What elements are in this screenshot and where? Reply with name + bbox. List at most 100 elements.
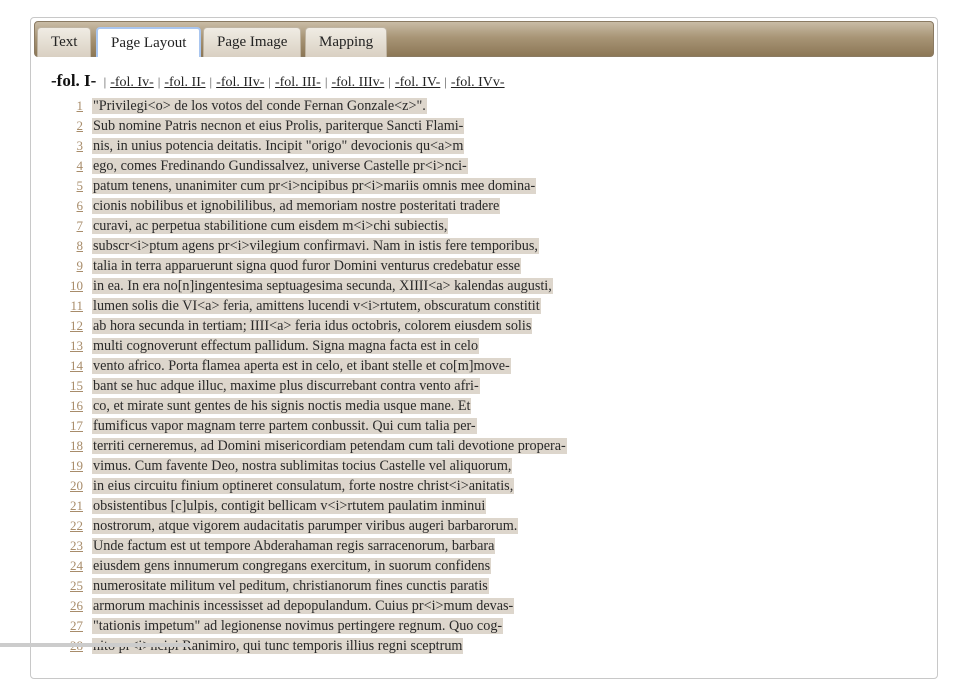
folio-link[interactable]: -fol. IIIv- bbox=[331, 75, 384, 90]
text-line: 23 Unde factum est ut tempore Abderahaman… bbox=[61, 537, 567, 557]
line-number-link[interactable]: 24 bbox=[61, 557, 83, 575]
text-line: 7 curavi, ac perpetua stabilitione cum ei… bbox=[61, 217, 567, 237]
text-line: 24 eiusdem gens innumerum congregans exer… bbox=[61, 557, 567, 577]
text-line: 27 "tationis impetum" ad legionense novim… bbox=[61, 617, 567, 637]
line-text: bant se huc adque illuc, maxime plus dis… bbox=[92, 378, 480, 394]
line-number-link[interactable]: 11 bbox=[61, 297, 83, 315]
folio-link[interactable]: -fol. II- bbox=[164, 75, 205, 90]
line-text: talia in terra apparuerunt signa quod fu… bbox=[92, 258, 522, 274]
tab-page-layout[interactable]: Page Layout bbox=[96, 27, 202, 57]
line-text: patum tenens, unanimiter cum pr<i>ncipib… bbox=[92, 178, 537, 194]
separator: | bbox=[444, 74, 447, 89]
line-text: numerositate militum vel peditum, christ… bbox=[92, 578, 489, 594]
text-line: 6 cionis nobilibus et ignobililibus, ad m… bbox=[61, 197, 567, 217]
text-line: 25 numerositate militum vel peditum, chri… bbox=[61, 577, 567, 597]
tab-text[interactable]: Text bbox=[37, 27, 92, 57]
line-number-link[interactable]: 26 bbox=[61, 597, 83, 615]
line-number-link[interactable]: 22 bbox=[61, 517, 83, 535]
text-line: 3 nis, in unius potencia deitatis. Incipi… bbox=[61, 137, 567, 157]
text-line: 11 lumen solis die VI<a> feria, amittens … bbox=[61, 297, 567, 317]
line-text: Unde factum est ut tempore Abderahaman r… bbox=[92, 538, 496, 554]
line-text: "tationis impetum" ad legionense novimus… bbox=[92, 618, 504, 634]
text-line: 28nito pr<i>ncipi Ranimiro, qui tunc tem… bbox=[61, 637, 567, 657]
text-line: 4 ego, comes Fredinando Gundissalvez, uni… bbox=[61, 157, 567, 177]
folio-link[interactable]: -fol. IV- bbox=[395, 75, 440, 90]
line-text: fumificus vapor magnam terre partem conb… bbox=[92, 418, 477, 434]
line-number-link[interactable]: 14 bbox=[61, 357, 83, 375]
text-line: 17 fumificus vapor magnam terre partem co… bbox=[61, 417, 567, 437]
text-line: 20 in eius circuitu finium optineret cons… bbox=[61, 477, 567, 497]
line-number-link[interactable]: 2 bbox=[61, 117, 84, 135]
folio-link[interactable]: -fol. Iv- bbox=[110, 75, 154, 90]
line-number-link[interactable]: 6 bbox=[61, 197, 84, 215]
line-number-link[interactable]: 1 bbox=[61, 97, 84, 115]
text-line: 9 talia in terra apparuerunt signa quod f… bbox=[61, 257, 567, 277]
line-number-link[interactable]: 12 bbox=[61, 317, 83, 335]
folio-link[interactable]: -fol. IVv- bbox=[451, 75, 505, 90]
line-number-link[interactable]: 20 bbox=[61, 477, 83, 495]
line-text: in ea. In era no[n]ingentesima septuages… bbox=[92, 278, 553, 294]
separator: | bbox=[157, 74, 161, 89]
line-number-link[interactable]: 7 bbox=[61, 217, 84, 235]
line-number-link[interactable]: 18 bbox=[61, 437, 83, 455]
line-number-link[interactable]: 4 bbox=[61, 157, 84, 175]
line-text: cionis nobilibus et ignobililibus, ad me… bbox=[92, 198, 501, 214]
line-text: curavi, ac perpetua stabilitione cum eis… bbox=[92, 218, 449, 234]
line-number-link[interactable]: 5 bbox=[61, 177, 84, 195]
line-number-link[interactable]: 16 bbox=[61, 397, 83, 415]
tab-mapping[interactable]: Mapping bbox=[305, 27, 388, 57]
line-number-link[interactable]: 21 bbox=[61, 497, 83, 515]
text-line: 15 bant se huc adque illuc, maxime plus d… bbox=[61, 377, 567, 397]
text-line: 1 "Privilegi<o> de los votos del conde Fe… bbox=[61, 97, 567, 117]
folio-link[interactable]: -fol. IIv- bbox=[216, 75, 264, 90]
separator: | bbox=[388, 74, 391, 89]
line-number-link[interactable]: 10 bbox=[61, 277, 83, 295]
transcription-lines: 1 "Privilegi<o> de los votos del conde Fe… bbox=[61, 97, 567, 657]
line-text: Sub nomine Patris necnon et eius Prolis,… bbox=[92, 118, 465, 134]
folio-link[interactable]: -fol. III- bbox=[275, 75, 321, 90]
line-text: co, et mirate sunt gentes de his signis … bbox=[92, 398, 472, 414]
line-number-link[interactable]: 19 bbox=[61, 457, 83, 475]
line-text: ego, comes Fredinando Gundissalvez, univ… bbox=[92, 158, 468, 174]
line-number-link[interactable]: 27 bbox=[61, 617, 83, 635]
line-number-link[interactable]: 15 bbox=[61, 377, 83, 395]
text-line: 14 vento africo. Porta flamea aperta est … bbox=[61, 357, 567, 377]
text-line: 8 subscr<i>ptum agens pr<i>vilegium confi… bbox=[61, 237, 567, 257]
text-line: 26 armorum machinis incessisset ad depopu… bbox=[61, 597, 567, 617]
line-text: territi cerneremus, ad Domini misericord… bbox=[92, 438, 567, 454]
line-text: "Privilegi<o> de los votos del conde Fer… bbox=[92, 98, 427, 114]
text-line: 18 territi cerneremus, ad Domini miserico… bbox=[61, 437, 567, 457]
separator: | bbox=[103, 74, 107, 89]
line-number-link[interactable]: 9 bbox=[61, 257, 84, 275]
line-text: obsistentibus [c]ulpis, contigit bellica… bbox=[92, 498, 487, 514]
separator: | bbox=[268, 74, 271, 89]
line-text: multi cognoverunt effectum pallidum. Sig… bbox=[92, 338, 480, 354]
line-text: subscr<i>ptum agens pr<i>vilegium confir… bbox=[92, 238, 539, 254]
line-number-link[interactable]: 23 bbox=[61, 537, 83, 555]
line-text: vimus. Cum favente Deo, nostra sublimita… bbox=[92, 458, 513, 474]
text-line: 21 obsistentibus [c]ulpis, contigit belli… bbox=[61, 497, 567, 517]
tab-page-image[interactable]: Page Image bbox=[203, 27, 302, 57]
line-text: eiusdem gens innumerum congregans exerci… bbox=[92, 558, 492, 574]
document-panel: Text Page Layout Page Image Mapping -fol… bbox=[30, 17, 938, 679]
tab-bar: Text Page Layout Page Image Mapping bbox=[34, 21, 934, 57]
text-line: 19 vimus. Cum favente Deo, nostra sublimi… bbox=[61, 457, 567, 477]
current-folio: -fol. I- bbox=[51, 71, 97, 90]
line-number-link[interactable]: 3 bbox=[61, 137, 84, 155]
line-text: lumen solis die VI<a> feria, amittens lu… bbox=[92, 298, 541, 314]
line-number-link[interactable]: 17 bbox=[61, 417, 83, 435]
line-number-link[interactable]: 8 bbox=[61, 237, 84, 255]
line-number-link[interactable]: 13 bbox=[61, 337, 83, 355]
text-line: 10 in ea. In era no[n]ingentesima septuag… bbox=[61, 277, 567, 297]
text-line: 22 nostrorum, atque vigorem audacitatis p… bbox=[61, 517, 567, 537]
separator: | bbox=[209, 74, 213, 89]
text-line: 2 Sub nomine Patris necnon et eius Prolis… bbox=[61, 117, 567, 137]
text-line: 13 multi cognoverunt effectum pallidum. S… bbox=[61, 337, 567, 357]
folio-navigation: -fol. I- | -fol. Iv- | -fol. II- | -fol. IIv-… bbox=[51, 71, 505, 91]
text-line: 16 co, et mirate sunt gentes de his signi… bbox=[61, 397, 567, 417]
line-number-link[interactable]: 25 bbox=[61, 577, 83, 595]
line-text: armorum machinis incessisset ad depopula… bbox=[92, 598, 515, 614]
text-line: 5 patum tenens, unanimiter cum pr<i>ncipi… bbox=[61, 177, 567, 197]
line-text: nis, in unius potencia deitatis. Incipit… bbox=[92, 138, 465, 154]
horizontal-scrollbar[interactable] bbox=[0, 643, 190, 647]
